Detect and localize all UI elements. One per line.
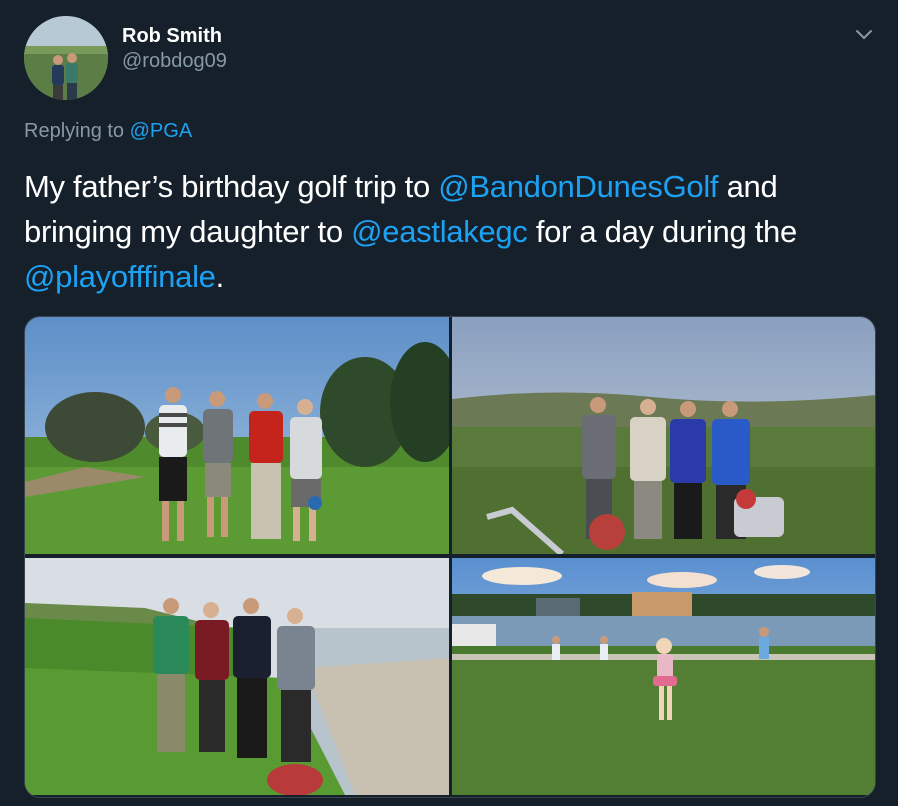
author-names[interactable]: Rob Smith @robdog09 [122,24,227,74]
photo-4[interactable] [452,558,875,795]
mention-link-eastlake[interactable]: @eastlakegc [351,214,528,249]
tweet-header: Rob Smith @robdog09 [24,16,874,100]
tweet-text-part: for a day during the [527,214,797,249]
replying-to: Replying to @PGA [24,120,874,146]
tweet-text: My father’s birthday golf trip to @Bando… [24,164,874,299]
replying-to-label: Replying to [24,120,130,142]
tweet-text-part: My father’s birthday golf trip to [24,169,439,204]
chevron-down-icon[interactable] [852,22,876,46]
photo-3[interactable] [25,558,449,795]
reply-mention-link[interactable]: @PGA [130,120,193,142]
avatar[interactable] [24,16,108,100]
user-handle[interactable]: @robdog09 [122,48,227,74]
mention-link-playoff[interactable]: @playofffinale [24,259,216,294]
media-grid [24,316,876,798]
display-name[interactable]: Rob Smith [122,24,227,48]
photo-1[interactable] [25,317,449,554]
tweet-text-part: . [215,259,225,294]
mention-link-bandon[interactable]: @BandonDunesGolf [438,169,718,204]
photo-2[interactable] [452,317,875,554]
